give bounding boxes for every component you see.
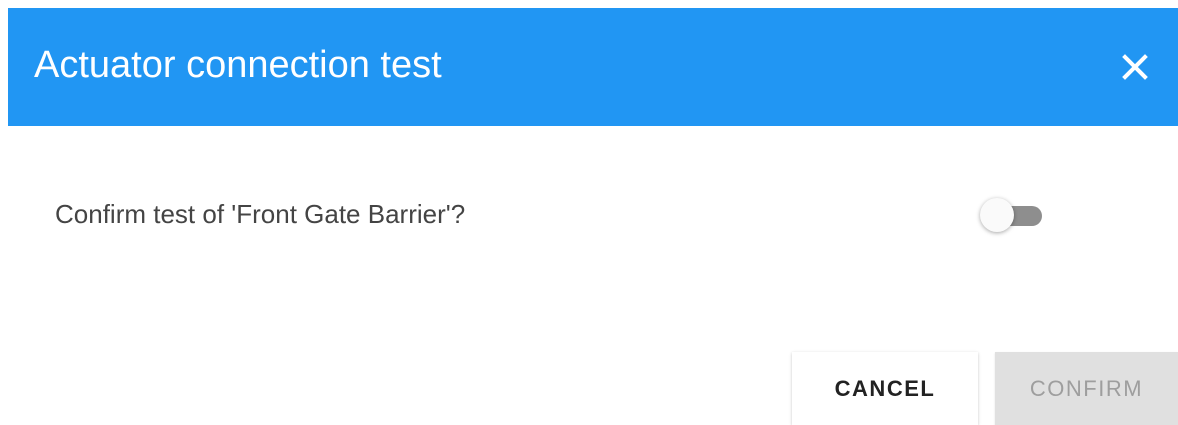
confirm-button[interactable]: CONFIRM <box>995 352 1178 425</box>
actuator-test-dialog: Actuator connection test Confirm test of… <box>8 8 1178 425</box>
dialog-body: Confirm test of 'Front Gate Barrier'? <box>8 126 1178 316</box>
close-icon <box>1122 54 1148 80</box>
cancel-button[interactable]: CANCEL <box>792 352 978 425</box>
toggle-thumb <box>980 198 1014 232</box>
dialog-header: Actuator connection test <box>8 8 1178 126</box>
confirm-question: Confirm test of 'Front Gate Barrier'? <box>55 199 466 229</box>
close-button[interactable] <box>1112 44 1158 90</box>
dialog-actions: CANCEL CONFIRM <box>8 352 1178 425</box>
confirm-toggle[interactable] <box>974 194 1050 238</box>
dialog-title: Actuator connection test <box>34 44 442 86</box>
